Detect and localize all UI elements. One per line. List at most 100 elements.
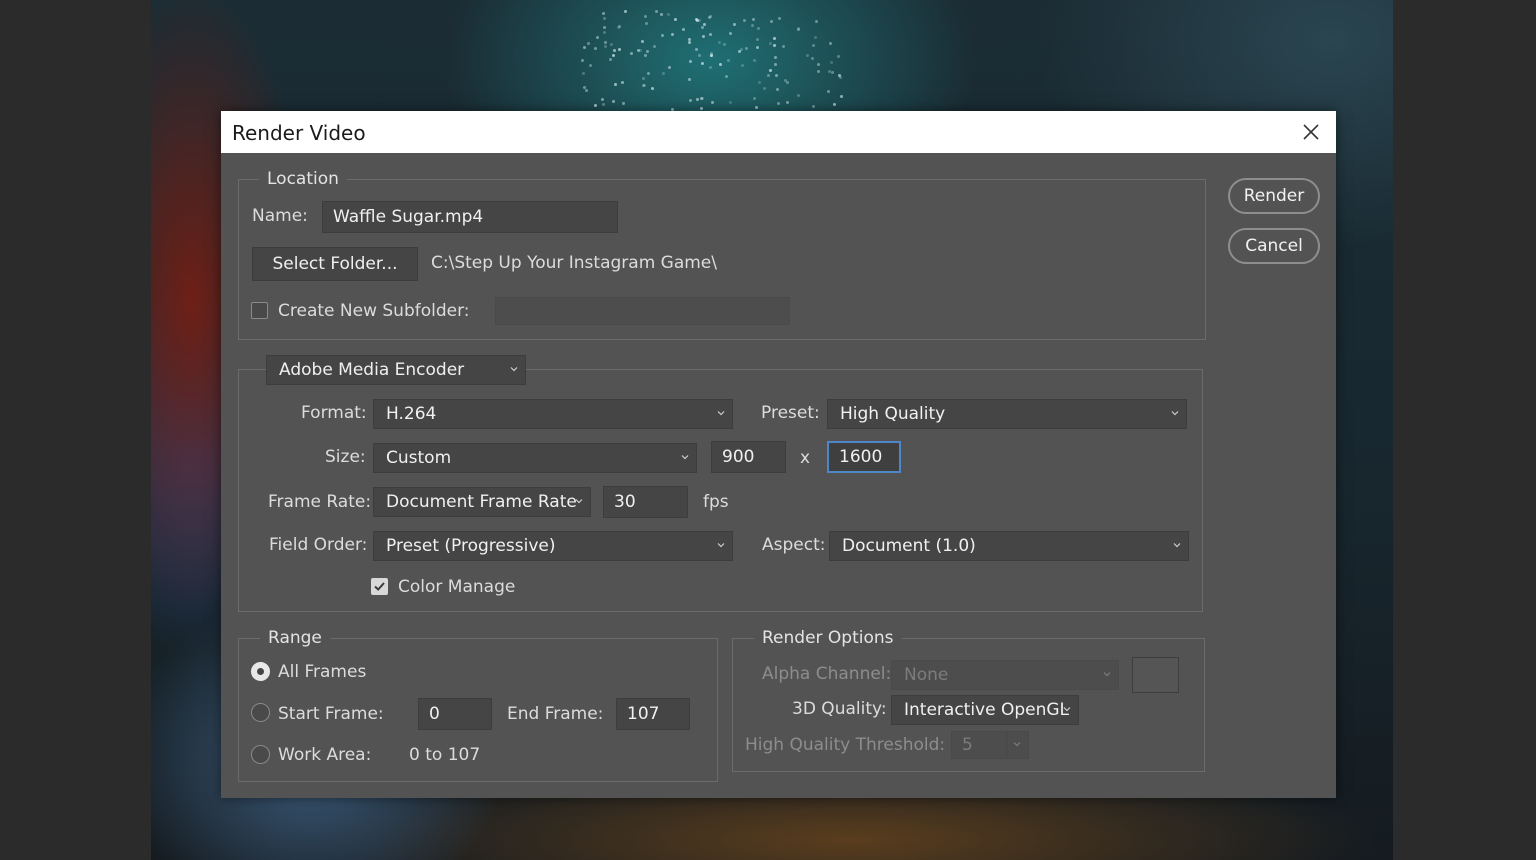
sugar-particle — [829, 42, 833, 46]
all-frames-radio[interactable] — [251, 662, 270, 681]
sugar-particle — [750, 23, 754, 27]
sugar-particle — [752, 59, 756, 63]
sugar-particle — [609, 57, 613, 61]
sugar-particle — [602, 16, 606, 20]
sugar-particle — [729, 31, 733, 35]
width-input[interactable]: 900 — [711, 441, 786, 473]
sugar-particle — [752, 96, 756, 100]
dialog-title: Render Video — [232, 121, 366, 145]
screen: Render Video Location Name: Waffle Sugar… — [0, 0, 1536, 860]
chevron-down-icon — [1062, 704, 1072, 714]
checkmark-icon — [374, 582, 385, 591]
sugar-particle — [651, 86, 655, 90]
sugar-particle — [581, 71, 585, 75]
fps-input[interactable]: 30 — [603, 486, 688, 518]
sugar-particle — [639, 49, 643, 52]
name-input[interactable]: Waffle Sugar.mp4 — [322, 201, 618, 233]
close-icon[interactable] — [1300, 121, 1322, 143]
sugar-particle — [700, 61, 704, 65]
3d-quality-value: Interactive OpenGL — [904, 700, 1070, 720]
sugar-particle — [781, 45, 785, 49]
sugar-particle — [763, 86, 767, 90]
format-select[interactable]: H.264 — [373, 399, 733, 429]
create-subfolder-checkbox[interactable] — [251, 302, 268, 319]
sugar-particle — [602, 12, 606, 16]
sugar-particle — [710, 100, 714, 104]
sugar-particle — [740, 64, 744, 68]
start-frame-input[interactable]: 0 — [418, 698, 492, 730]
end-frame-label: End Frame: — [507, 704, 604, 724]
sugar-particle — [641, 83, 645, 87]
subfolder-input[interactable] — [495, 297, 790, 325]
chevron-down-icon — [716, 540, 726, 550]
field-order-value: Preset (Progressive) — [386, 536, 556, 556]
sugar-particle — [785, 101, 789, 105]
alpha-channel-select[interactable]: None — [891, 660, 1119, 690]
sugar-particle — [654, 10, 658, 13]
color-manage-label: Color Manage — [398, 577, 516, 597]
sugar-particle — [700, 106, 704, 110]
sugar-particle — [725, 75, 729, 79]
threshold-input[interactable]: 5 — [951, 731, 1007, 759]
sugar-particle — [698, 53, 702, 57]
sugar-particle — [751, 17, 755, 21]
render-video-dialog: Render Video Location Name: Waffle Sugar… — [221, 111, 1336, 798]
alpha-channel-label: Alpha Channel: — [762, 664, 892, 684]
sugar-particle — [773, 55, 777, 59]
color-manage-checkbox[interactable] — [371, 578, 388, 595]
sugar-particle — [756, 26, 760, 30]
sugar-particle — [666, 12, 670, 16]
end-frame-input[interactable]: 107 — [616, 698, 690, 730]
work-area-radio[interactable] — [251, 745, 270, 764]
cancel-button[interactable]: Cancel — [1228, 228, 1320, 264]
all-frames-label: All Frames — [278, 662, 367, 682]
sugar-particle — [830, 61, 834, 65]
sugar-particle — [612, 54, 616, 58]
start-frame-radio[interactable] — [251, 703, 270, 722]
select-folder-button[interactable]: Select Folder... — [252, 247, 418, 281]
sugar-particle — [814, 36, 818, 40]
render-button[interactable]: Render — [1228, 178, 1320, 214]
size-select[interactable]: Custom — [373, 443, 697, 473]
sugar-particle — [826, 90, 830, 94]
color-swatch[interactable] — [1132, 657, 1179, 693]
threshold-stepper[interactable] — [1007, 731, 1029, 759]
encoder-select[interactable]: Adobe Media Encoder — [266, 355, 526, 385]
preset-label: Preset: — [761, 403, 820, 423]
sugar-particle — [621, 80, 625, 84]
sugar-particle — [719, 62, 723, 66]
sugar-particle — [723, 43, 727, 47]
sugar-particle — [726, 58, 730, 62]
sugar-particle — [644, 22, 648, 26]
format-value: H.264 — [386, 404, 437, 424]
times-label: x — [800, 448, 811, 468]
sugar-particle — [710, 54, 714, 58]
sugar-particle — [603, 26, 607, 30]
sugar-particle — [831, 70, 835, 74]
format-label: Format: — [301, 403, 367, 423]
size-value: Custom — [386, 448, 452, 468]
sugar-particle — [640, 39, 644, 43]
sugar-particle — [614, 82, 618, 86]
sugar-particle — [582, 45, 586, 49]
sugar-particle — [670, 33, 674, 37]
aspect-select[interactable]: Document (1.0) — [829, 531, 1189, 561]
field-order-select[interactable]: Preset (Progressive) — [373, 531, 733, 561]
sugar-particle — [661, 71, 665, 75]
fps-label: fps — [703, 492, 729, 512]
frame-rate-select[interactable]: Document Frame Rate — [373, 487, 591, 517]
sugar-particle — [758, 80, 762, 84]
sugar-particle — [585, 88, 589, 92]
frame-rate-value: Document Frame Rate — [386, 492, 577, 512]
sugar-particle — [707, 16, 711, 20]
preset-select[interactable]: High Quality — [827, 399, 1187, 429]
render-options-legend: Render Options — [754, 628, 902, 648]
sugar-particle — [682, 28, 686, 32]
3d-quality-select[interactable]: Interactive OpenGL — [891, 695, 1079, 725]
sugar-particle — [839, 94, 843, 98]
height-input[interactable]: 1600 — [827, 441, 901, 473]
sugar-particle — [755, 38, 759, 42]
sugar-particle — [587, 42, 591, 46]
sugar-particle — [838, 75, 842, 79]
sugar-particle — [701, 25, 705, 29]
